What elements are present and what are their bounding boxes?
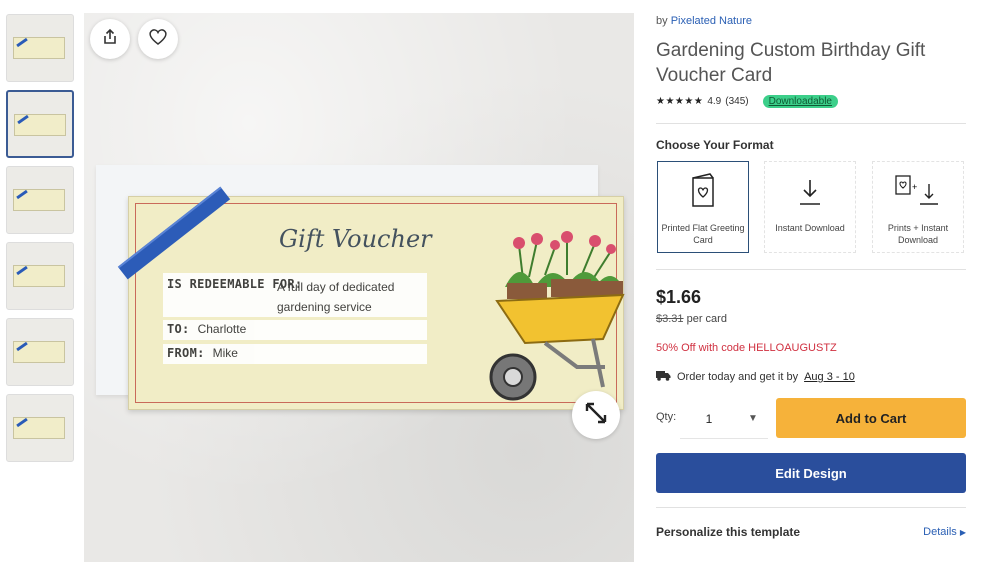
format-label-printed: Printed Flat Greeting Card bbox=[661, 223, 745, 245]
format-option-prints-download[interactable]: + Prints + Instant Download bbox=[872, 161, 964, 253]
download-icon bbox=[800, 180, 820, 205]
divider bbox=[656, 507, 966, 508]
old-price: $3.31 bbox=[656, 313, 684, 325]
redeem-value: A full day of dedicated gardening servic… bbox=[277, 280, 395, 314]
format-label-download: Instant Download bbox=[775, 223, 845, 233]
truck-icon bbox=[656, 370, 671, 384]
thumbnail-6[interactable] bbox=[6, 394, 74, 462]
rating-row: ★★★★★ 4.9 (345) Downloadable bbox=[656, 95, 838, 108]
thumbnail-4[interactable] bbox=[6, 242, 74, 310]
qty-select[interactable]: 1 ▼ bbox=[680, 399, 768, 439]
qty-value: 1 bbox=[705, 411, 713, 426]
by-prefix: by bbox=[656, 15, 668, 27]
favorite-button[interactable] bbox=[138, 19, 178, 59]
format-heading: Choose Your Format bbox=[656, 138, 774, 152]
shipping-row: Order today and get it by Aug 3 - 10 bbox=[656, 370, 855, 384]
expand-icon bbox=[583, 400, 609, 431]
product-title: Gardening Custom Birthday Gift Voucher C… bbox=[656, 40, 926, 86]
thumbnail-list bbox=[6, 14, 76, 470]
downloadable-badge[interactable]: Downloadable bbox=[762, 95, 838, 108]
format-label-prints-download: Prints + Instant Download bbox=[887, 223, 949, 245]
price: $1.66 bbox=[656, 287, 702, 307]
edit-design-button[interactable]: Edit Design bbox=[656, 453, 966, 493]
qty-label: Qty: bbox=[656, 411, 677, 423]
product-image[interactable]: Gift Voucher IS REDEEMABLE FOR: A full d… bbox=[84, 13, 634, 562]
format-option-printed[interactable]: Printed Flat Greeting Card bbox=[657, 161, 749, 253]
shipping-text: Order today and get it by bbox=[677, 371, 799, 383]
to-value: Charlotte bbox=[197, 322, 247, 336]
from-field: FROM: Mike bbox=[163, 344, 427, 364]
review-count[interactable]: (345) bbox=[725, 96, 748, 107]
heart-icon bbox=[148, 28, 168, 51]
share-button[interactable] bbox=[90, 19, 130, 59]
voucher-title: Gift Voucher bbox=[279, 225, 432, 253]
details-link[interactable]: Details ▶ bbox=[923, 526, 966, 538]
old-price-row: $3.31 per card bbox=[656, 313, 727, 325]
divider bbox=[656, 123, 966, 124]
price-unit: per card bbox=[686, 313, 727, 325]
rating-value: 4.9 bbox=[707, 96, 722, 107]
chevron-down-icon: ▼ bbox=[748, 413, 758, 424]
from-value: Mike bbox=[212, 346, 238, 360]
rating-stars: ★★★★★ bbox=[656, 96, 704, 107]
promo-text: 50% Off with code HELLOAUGUSTZ bbox=[656, 342, 837, 354]
shipping-date[interactable]: Aug 3 - 10 bbox=[804, 371, 855, 383]
to-label: TO: bbox=[167, 322, 190, 336]
from-label: FROM: bbox=[167, 346, 205, 360]
thumbnail-1[interactable] bbox=[6, 14, 74, 82]
greeting-card-icon bbox=[692, 173, 714, 207]
share-icon bbox=[101, 28, 119, 51]
redeem-field: IS REDEEMABLE FOR: A full day of dedicat… bbox=[163, 273, 427, 317]
thumbnail-5[interactable] bbox=[6, 318, 74, 386]
thumbnail-2[interactable] bbox=[6, 90, 74, 158]
byline: by Pixelated Nature bbox=[656, 15, 752, 27]
format-option-download[interactable]: Instant Download bbox=[764, 161, 856, 253]
shop-link[interactable]: Pixelated Nature bbox=[671, 15, 752, 27]
print-download-icon: + bbox=[895, 175, 938, 205]
add-to-cart-button[interactable]: Add to Cart bbox=[776, 398, 966, 438]
chevron-right-icon: ▶ bbox=[959, 528, 966, 537]
personalize-heading: Personalize this template bbox=[656, 525, 801, 539]
divider bbox=[656, 269, 966, 270]
svg-text:+: + bbox=[912, 182, 917, 192]
to-field: TO: Charlotte bbox=[163, 320, 427, 340]
thumbnail-3[interactable] bbox=[6, 166, 74, 234]
expand-button[interactable] bbox=[572, 391, 620, 439]
details-label: Details bbox=[923, 526, 957, 538]
voucher-card: Gift Voucher IS REDEEMABLE FOR: A full d… bbox=[117, 186, 625, 410]
wheelbarrow-illustration bbox=[489, 231, 625, 401]
